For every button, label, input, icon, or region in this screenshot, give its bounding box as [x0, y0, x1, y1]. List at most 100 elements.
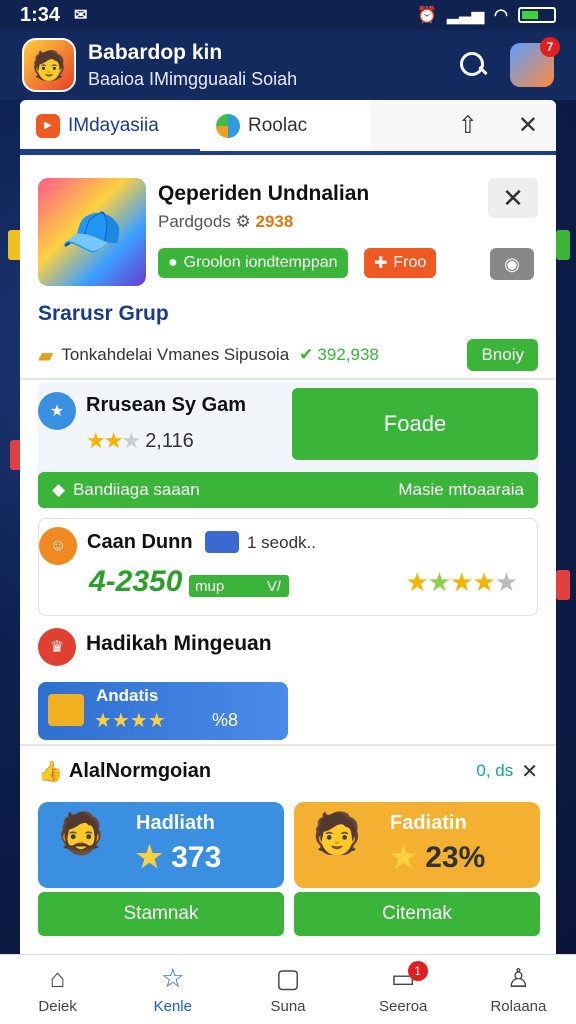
weekly-title: Hadikah Mingeuan [86, 632, 272, 655]
close-button[interactable]: ✕ [488, 178, 538, 218]
box-icon: ▰ [38, 344, 54, 367]
mail-icon: ✉ [74, 7, 88, 24]
group-button[interactable]: Bnoiy [467, 339, 538, 371]
game-card-title: Rrusean Sy Gam [86, 394, 247, 416]
header-subtitle: Baaioa IMimgguaali Soiah [88, 68, 298, 89]
main-panel: ▶ IMdayasiia Roolac ⇧ ✕ 🧢 Qeperiden Undn… [20, 100, 556, 960]
orange-tag[interactable]: ✚ Froo [364, 248, 437, 278]
tab-label: Roolac [248, 114, 308, 136]
reward-card-1[interactable]: 🧔 Hadliath ★ 373 [38, 802, 284, 888]
nav-label: Deiek [38, 998, 77, 1015]
nav-item-messages[interactable]: ▭ 1 Seeroa [346, 955, 461, 1024]
group-row-text: Tonkahdelai Vmanes Sipusoia [61, 345, 290, 364]
reward-title: Fadiatin [390, 812, 467, 834]
person-camera-icon: 🧔 [56, 812, 106, 856]
rating-value: 2,116 [145, 429, 194, 452]
nav-label: Rolaana [490, 998, 547, 1015]
reward-value: ★ 23% [390, 841, 486, 874]
reward-title: Hadliath [136, 812, 215, 834]
app-header: 🧑 Babardop kin Baaioa IMimgguaali Soiah … [0, 30, 576, 100]
orange-tag-label: Froo [393, 254, 427, 271]
progress-label: mup [195, 577, 225, 595]
reward-button-2[interactable]: Citemak [294, 892, 540, 936]
user-card: ☺ Caan Dunn 1 seodk.. 4-2350 mup V/ ★★★★… [38, 518, 538, 616]
progress-bar: mup V/ [189, 575, 289, 597]
user-meta: 1 seodk.. [247, 533, 316, 552]
star-rating-icon: ★★★ [86, 428, 141, 453]
game-title: Qeperiden Undnalian [158, 182, 370, 205]
reward-value: ★ 373 [136, 841, 222, 874]
search-icon[interactable] [458, 50, 488, 80]
game-card: ★ Rrusean Sy Gam ★★★ 2,116 Foade ◆ Bandi… [38, 382, 538, 508]
game-sub-value: 2938 [255, 212, 294, 231]
puzzle-icon: ✚ [374, 255, 388, 272]
section-title: Srarusr Grup [38, 302, 169, 325]
nav-item-home[interactable]: ⌂ Deiek [0, 955, 115, 1024]
game-sub-prefix: Pardgods [158, 212, 231, 231]
reward-value-text: 23% [425, 841, 486, 874]
notice-title: AlalNormgoian [68, 759, 212, 782]
square-icon: ▢ [275, 962, 301, 993]
gear-icon: ⚙ [235, 212, 251, 231]
share-icon[interactable]: ⇧ [458, 111, 478, 140]
user-score: 4-2350 [89, 565, 183, 598]
app-avatar[interactable]: 🧑 [22, 38, 76, 92]
alarm-icon: ⏰ [417, 7, 438, 24]
reward-card-2[interactable]: 🧑 Fadiatin ★ 23% [294, 802, 540, 888]
tab-imdayasiia[interactable]: ▶ IMdayasiia [20, 102, 200, 153]
nav-label: Suna [270, 998, 306, 1015]
globe-icon [216, 113, 240, 138]
star-box-icon: ☆ [161, 962, 185, 993]
side-decoration [556, 230, 570, 260]
divider [20, 378, 556, 380]
battery-icon [518, 7, 556, 23]
green-tag[interactable]: ● Groolon iondtemppan [158, 248, 348, 278]
reward-button-1[interactable]: Stamnak [38, 892, 284, 936]
person-icon: ♙ [506, 962, 531, 993]
check-icon: ✔ [299, 345, 314, 364]
user-avatar-icon: ☺ [39, 527, 77, 565]
chest-icon [48, 694, 84, 726]
wifi-icon: ◠ [494, 7, 508, 24]
progress-suffix: V/ [266, 577, 281, 595]
close-icon[interactable]: ✕ [518, 111, 538, 140]
game-banner[interactable]: ◆ Bandiiaga saaan Masie mtoaaraia [38, 472, 538, 508]
close-icon[interactable]: ✕ [521, 759, 538, 784]
status-bar: 1:34 ✉ ⏰ ▂▃▅ ◠ [0, 0, 576, 30]
coin-icon: ● [168, 254, 178, 271]
bottom-nav: ⌂ Deiek ☆ Kenle ▢ Suna ▭ 1 Seeroa ♙ Rola… [0, 954, 576, 1024]
thumbs-up-icon: 👍 [38, 760, 63, 783]
star-rating-icon: ★★★★★ [405, 567, 518, 597]
device-icon [205, 531, 239, 553]
profile-avatar[interactable]: 7 [510, 37, 560, 87]
user-name: Caan Dunn [87, 531, 193, 553]
status-time: 1:34 [20, 3, 61, 26]
nav-item-games[interactable]: ☆ Kenle [115, 955, 230, 1024]
nav-item-profile[interactable]: ♙ Rolaana [461, 955, 576, 1024]
app-tab-icon: ▶ [36, 113, 60, 138]
home-icon: ⌂ [49, 962, 66, 993]
tab-bar: ▶ IMdayasiia Roolac ⇧ ✕ [20, 100, 556, 155]
nav-label: Seeroa [379, 998, 428, 1015]
divider [20, 744, 556, 746]
notification-badge: 7 [540, 37, 560, 57]
nav-item-suna[interactable]: ▢ Suna [230, 955, 345, 1024]
person-chest-icon: 🧑 [312, 812, 362, 856]
reward-value-text: 373 [171, 841, 222, 874]
camera-button[interactable]: ◉ [490, 248, 534, 280]
side-decoration [556, 570, 570, 600]
play-button[interactable]: Foade [292, 388, 538, 460]
game-card-icon: ★ [38, 392, 76, 430]
tile-label: Andatis [96, 686, 159, 705]
star-rating-icon: ★★★★ [94, 710, 166, 732]
shield-icon: ◆ [52, 480, 66, 499]
weekly-tile[interactable]: Andatis ★★★★ %8 [38, 682, 288, 740]
signal-icon: ▂▃▅ [447, 7, 485, 24]
banner-left: Bandiiaga saaan [73, 480, 200, 499]
notice-row: 👍 AlalNormgoian 0, ds ✕ [38, 756, 538, 786]
tab-label: IMdayasiia [68, 114, 159, 136]
tab-roolac[interactable]: Roolac [200, 100, 370, 151]
game-thumbnail[interactable]: 🧢 [38, 178, 146, 286]
game-subtitle: Pardgods ⚙ 2938 [158, 212, 293, 232]
green-tag-label: Groolon iondtemppan [183, 254, 338, 271]
